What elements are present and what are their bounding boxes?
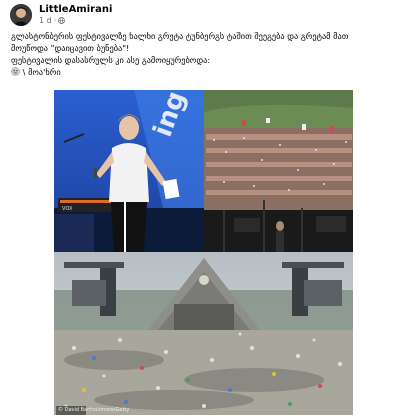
photo-speaker-on-stage: ing VOX [54,90,204,252]
caption-line: გლასტონბერის ფესტივალზე ხალხი გრეტა ტუნბ… [11,31,349,41]
author-avatar[interactable] [10,4,32,26]
neutral-face-emoji-icon [11,67,20,76]
photo-credit: © David Bartholomew/Getty [58,407,130,413]
facebook-post: LittleAmirani 1 d · გლასტონბერის ფესტივა… [0,0,409,416]
caption-line: ფესტივალის დასასრულს კი ასე გამოიყურებოდ… [11,55,211,65]
svg-text:VOX: VOX [62,206,73,212]
globe-icon [58,17,66,24]
caption-line-last: \ მოა'ხრი [11,66,401,78]
post-meta: 1 d · [39,15,112,26]
photo-festival-crowd [204,90,353,252]
avatar-image [10,4,32,26]
collage-image: ing VOX [54,90,353,415]
post-header: LittleAmirani 1 d · [10,2,112,28]
caption-line: მოუწოდა "დაიცავით ბუნება"! [11,43,130,53]
post-caption: გლასტონბერის ფესტივალზე ხალხი გრეტა ტუნბ… [11,30,401,78]
author-block: LittleAmirani 1 d · [39,4,112,26]
post-time[interactable]: 1 d [39,15,52,26]
author-name[interactable]: LittleAmirani [39,4,112,15]
post-photo-collage[interactable]: ing VOX © David Bartholomew/Getty [54,90,353,415]
caption-last-text: \ მოა'ხრი [22,67,61,77]
photo-littered-field [54,252,353,415]
